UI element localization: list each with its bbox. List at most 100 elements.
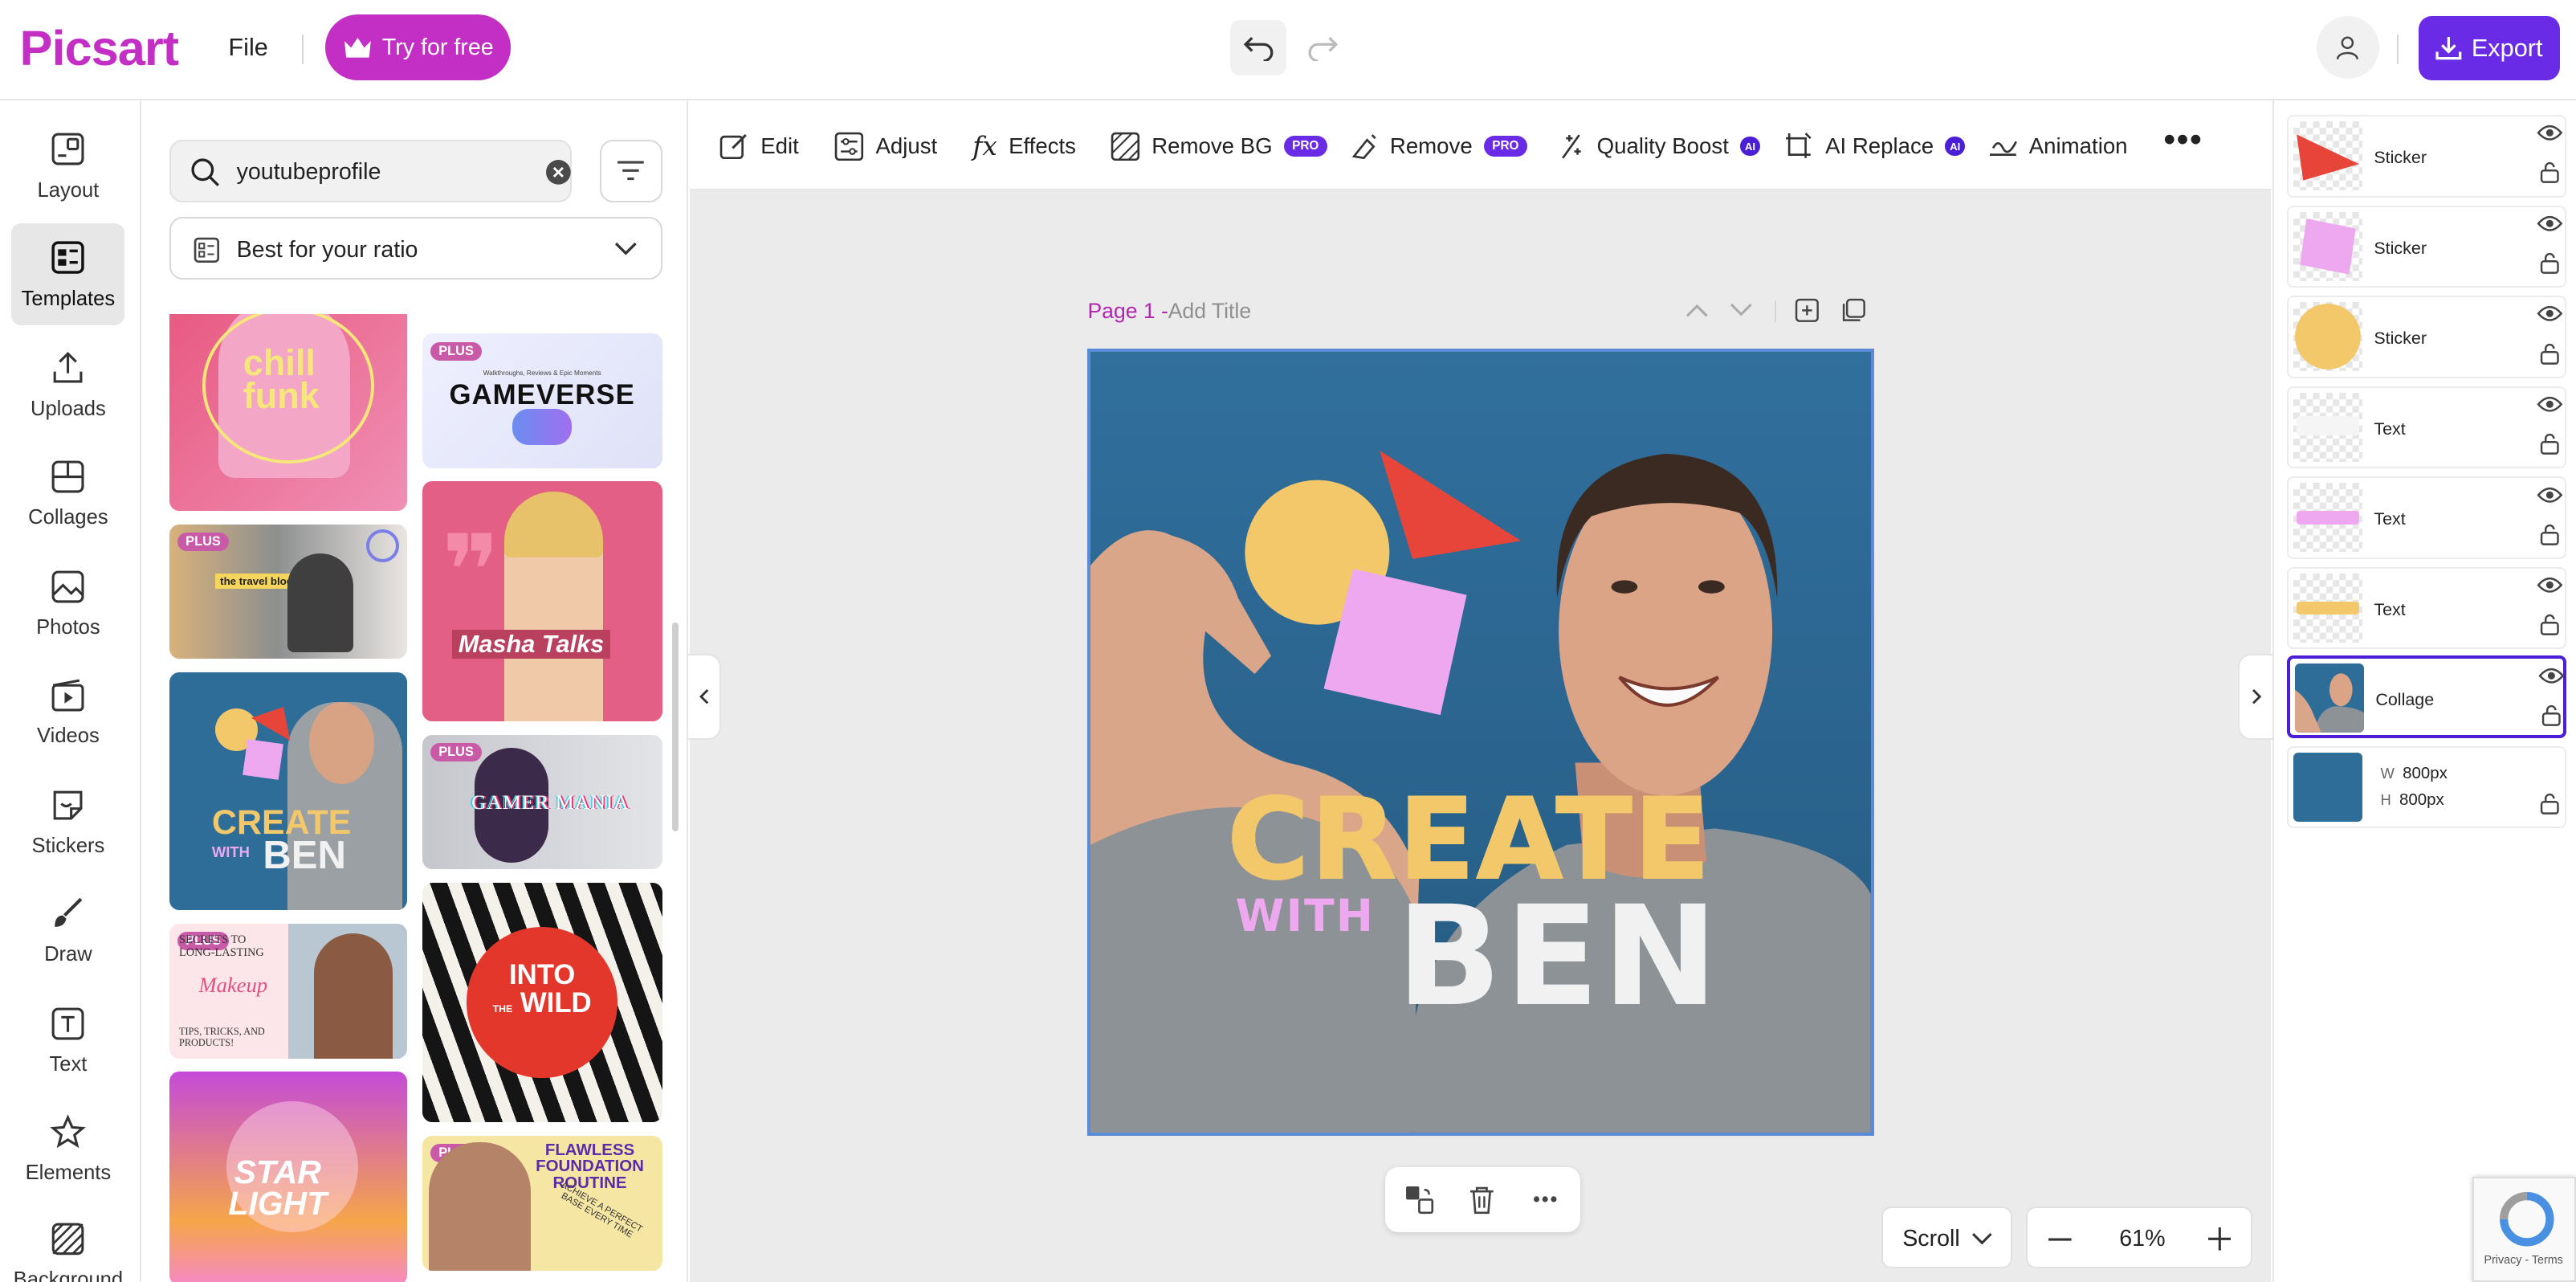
- nav-elements[interactable]: Elements: [11, 1098, 124, 1200]
- tool-adjust[interactable]: Adjust: [834, 130, 937, 163]
- visibility-icon[interactable]: [2538, 666, 2565, 686]
- tool-animation[interactable]: Animation: [1988, 130, 2128, 163]
- template-flawless-foundation[interactable]: PLUS FLAWLESS FOUNDATION ROUTINE ACHIEVE…: [422, 1136, 662, 1271]
- template-star-light[interactable]: STARLIGHT: [169, 1072, 408, 1282]
- clear-search-icon[interactable]: [545, 159, 572, 186]
- zoom-value[interactable]: 61%: [2119, 1226, 2165, 1252]
- page-label: Page 1 -: [1087, 299, 1168, 324]
- delete-button[interactable]: [1464, 1182, 1500, 1218]
- page-title-input[interactable]: Add Title: [1168, 299, 1251, 324]
- nav-videos[interactable]: Videos: [11, 660, 124, 762]
- nav-uploads[interactable]: Uploads: [11, 333, 124, 435]
- canvas-text-ben[interactable]: BEN: [1396, 884, 1722, 1029]
- scroll-mode-dropdown[interactable]: Scroll: [1881, 1206, 2013, 1269]
- chevron-right-icon: [2252, 688, 2261, 704]
- selection-actions-bar: •••: [1385, 1167, 1580, 1233]
- recaptcha-links[interactable]: Privacy - Terms: [2484, 1254, 2562, 1267]
- nav-label: Draw: [44, 943, 92, 966]
- nav-background[interactable]: Background: [11, 1206, 124, 1282]
- visibility-icon[interactable]: [2537, 123, 2563, 143]
- layer-item[interactable]: Text: [2287, 567, 2566, 649]
- nav-stickers[interactable]: Stickers: [11, 771, 124, 873]
- user-icon: [2334, 35, 2361, 61]
- tool-effects[interactable]: fx Effects: [972, 130, 1076, 163]
- lock-icon[interactable]: [2541, 704, 2562, 727]
- tool-remove[interactable]: Remove PRO: [1349, 130, 1527, 163]
- layer-thumbnail: [2293, 302, 2362, 371]
- picsart-logo[interactable]: Picsart: [20, 20, 179, 77]
- redo-button[interactable]: [1294, 20, 1351, 76]
- ai-replace-icon: [1784, 132, 1814, 161]
- template-chill-funk[interactable]: chillfunk: [169, 314, 408, 512]
- more-actions-button[interactable]: •••: [1528, 1182, 1564, 1218]
- lock-icon[interactable]: [2540, 613, 2560, 636]
- more-tools-button[interactable]: •••: [2164, 123, 2203, 156]
- text-icon: [48, 1004, 88, 1043]
- zoom-in-icon[interactable]: [2208, 1227, 2232, 1251]
- visibility-icon[interactable]: [2537, 485, 2563, 505]
- layer-item[interactable]: Text: [2287, 476, 2566, 558]
- collapse-left-panel-button[interactable]: [688, 654, 721, 739]
- tool-edit[interactable]: Edit: [719, 130, 799, 163]
- template-makeup[interactable]: PLUS SECRETS TO LONG-LASTING Makeup TIPS…: [169, 924, 408, 1059]
- undo-button[interactable]: [1230, 20, 1286, 76]
- replace-button[interactable]: [1401, 1182, 1437, 1218]
- layer-item-selected[interactable]: Collage: [2287, 655, 2566, 737]
- template-into-the-wild[interactable]: INTOTHE WILD: [422, 883, 662, 1123]
- templates-panel: youtubeprofile Best for your ratio chill…: [143, 100, 688, 1282]
- panel-scrollbar[interactable]: [672, 623, 679, 831]
- move-page-up-button[interactable]: [1682, 296, 1712, 325]
- nav-photos[interactable]: Photos: [11, 552, 124, 654]
- lock-icon[interactable]: [2540, 792, 2560, 815]
- search-input[interactable]: youtubeprofile: [237, 159, 381, 186]
- search-icon: [190, 157, 220, 187]
- collapse-layers-panel-button[interactable]: [2238, 654, 2274, 739]
- layer-background[interactable]: W800px H800px: [2287, 746, 2566, 828]
- tool-quality-boost[interactable]: Quality Boost AI: [1556, 130, 1760, 163]
- move-page-down-button[interactable]: [1726, 296, 1756, 325]
- lock-icon[interactable]: [2540, 523, 2560, 546]
- visibility-icon[interactable]: [2537, 304, 2563, 324]
- visibility-icon[interactable]: [2537, 575, 2563, 595]
- template-gamer-mania[interactable]: PLUS GAMER MANIA: [422, 735, 662, 870]
- lock-icon[interactable]: [2540, 432, 2560, 455]
- search-box[interactable]: youtubeprofile: [169, 140, 572, 202]
- visibility-icon[interactable]: [2537, 214, 2563, 234]
- layer-item[interactable]: Sticker: [2287, 206, 2566, 288]
- profile-button[interactable]: [2317, 16, 2379, 79]
- export-button[interactable]: Export: [2419, 16, 2560, 80]
- template-travel-blog[interactable]: PLUS the travel blog: [169, 525, 408, 659]
- nav-text[interactable]: Text: [11, 990, 124, 1092]
- lock-icon[interactable]: [2540, 251, 2560, 275]
- filter-button[interactable]: [600, 140, 662, 202]
- template-title: FLAWLESS FOUNDATION ROUTINE: [521, 1142, 659, 1191]
- canvas-text-with[interactable]: WITH: [1235, 891, 1375, 942]
- layer-item[interactable]: Sticker: [2287, 115, 2566, 197]
- nav-collages[interactable]: Collages: [11, 442, 124, 544]
- design-canvas[interactable]: CREATE WITH BEN: [1087, 349, 1874, 1136]
- duplicate-page-button[interactable]: [1838, 296, 1868, 325]
- try-for-free-button[interactable]: Try for free: [325, 14, 511, 80]
- zoom-out-icon[interactable]: [2048, 1238, 2072, 1241]
- lock-icon[interactable]: [2540, 161, 2560, 184]
- add-page-button[interactable]: [1792, 296, 1822, 325]
- file-menu-button[interactable]: File: [228, 33, 267, 62]
- nav-draw[interactable]: Draw: [11, 880, 124, 982]
- template-create-with-ben[interactable]: CREATE WITH BEN: [169, 672, 408, 911]
- nav-layout[interactable]: Layout: [11, 115, 124, 217]
- template-masha-talks[interactable]: ❞ Masha Talks: [422, 481, 662, 721]
- ratio-dropdown[interactable]: Best for your ratio: [169, 217, 662, 280]
- layer-item[interactable]: Text: [2287, 386, 2566, 468]
- layer-item[interactable]: Sticker: [2287, 296, 2566, 378]
- layer-thumbnail: [2293, 574, 2362, 643]
- template-gameverse[interactable]: PLUS Walkthroughs, Reviews & Epic Moment…: [422, 333, 662, 468]
- recaptcha-badge[interactable]: Privacy - Terms: [2472, 1177, 2576, 1282]
- visibility-icon[interactable]: [2537, 394, 2563, 414]
- lock-icon[interactable]: [2540, 342, 2560, 365]
- video-icon: [48, 676, 88, 715]
- left-sidebar: Layout Templates Uploads Collages Photos…: [0, 100, 141, 1282]
- tool-ai-replace[interactable]: AI Replace AI: [1784, 130, 1965, 163]
- templates-icon: [48, 238, 88, 277]
- tool-remove-bg[interactable]: Remove BG PRO: [1111, 130, 1327, 163]
- nav-templates[interactable]: Templates: [11, 223, 124, 325]
